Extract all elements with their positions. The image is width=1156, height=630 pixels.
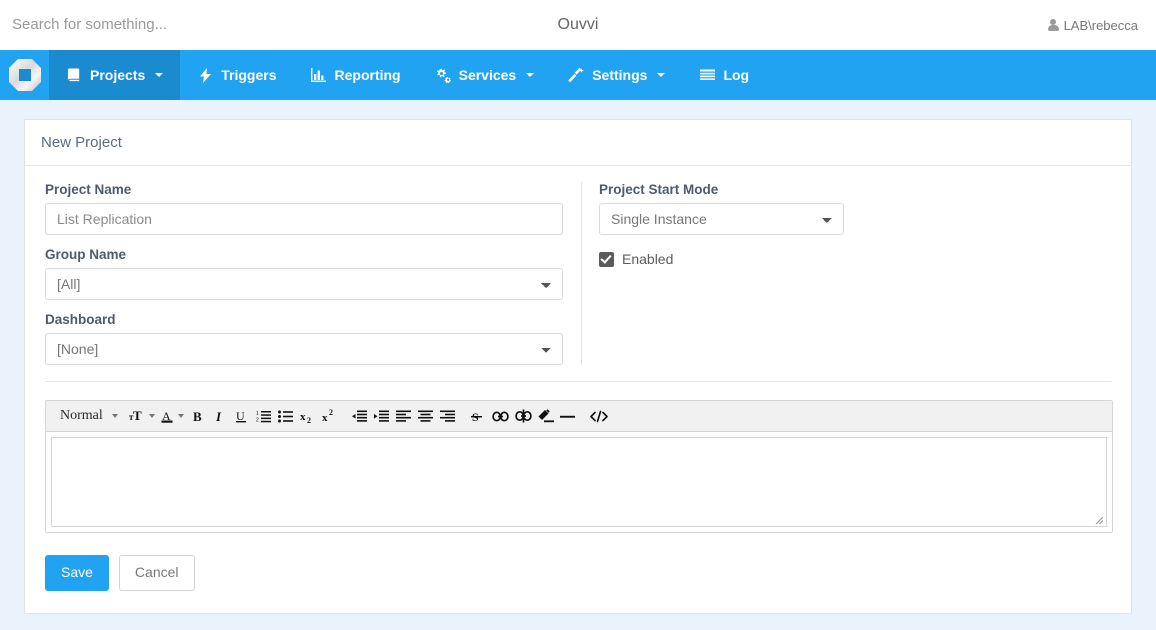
resize-handle-icon[interactable] [1092,512,1104,525]
svg-text:B: B [193,409,202,423]
editor-content-area[interactable] [46,432,1112,532]
ordered-list-icon[interactable]: 1 2 [253,403,275,429]
nav-item-reporting[interactable]: Reporting [294,50,418,100]
font-color-icon[interactable]: A [158,403,187,429]
unordered-list-icon[interactable] [275,403,297,429]
user-icon [1047,18,1059,32]
search-input[interactable] [0,1,420,49]
chevron-down-icon [148,414,155,418]
strikethrough-icon[interactable]: S [467,403,489,429]
unlink-icon[interactable] [512,403,535,429]
nav-label-settings: Settings [592,67,648,83]
chevron-down-icon [177,414,184,418]
format-block-label: Normal [60,408,103,423]
user-name-label: LAB\rebecca [1063,17,1138,33]
svg-text:1: 1 [256,411,259,417]
enabled-checkbox[interactable] [599,251,614,267]
page-title: New Project [25,120,1131,166]
nav-item-projects[interactable]: Projects [49,50,181,100]
field-project-start-mode: Project Start Mode Single Instance [599,182,1111,235]
chevron-down-icon [657,73,666,77]
chevron-down-icon [526,73,535,77]
card-body: Project Name Group Name [All] Dashboard … [25,166,1131,613]
svg-text:U: U [236,409,245,423]
form-actions: Save Cancel [45,555,1111,591]
nav-item-services[interactable]: Services [418,50,552,100]
top-bar: Ouvvi LAB\rebecca [0,0,1156,50]
form-column-left: Project Name Group Name [All] Dashboard … [45,182,582,365]
editor-toolbar: Normal т T A B I U 1 2 x 2 x 2 [46,401,1112,432]
nav-label-services: Services [458,67,517,83]
project-start-mode-select[interactable]: Single Instance [599,203,844,235]
project-name-label: Project Name [45,182,132,197]
align-left-icon[interactable] [393,403,415,429]
group-name-select[interactable]: [All] [45,268,563,300]
page-content: New Project Project Name Group Name [All… [0,100,1156,614]
enabled-label: Enabled [622,251,674,267]
ouvvi-logo-icon [8,58,42,92]
field-enabled[interactable]: Enabled [599,251,1111,267]
chevron-down-icon [155,73,164,77]
dashboard-label: Dashboard [45,312,116,327]
underline-icon[interactable]: U [231,403,253,429]
form-columns: Project Name Group Name [All] Dashboard … [45,182,1111,382]
dashboard-select[interactable]: [None] [45,333,563,365]
chevron-down-icon[interactable] [111,414,118,418]
format-block-dropdown[interactable]: Normal [52,403,109,429]
field-dashboard: Dashboard [None] [45,312,563,365]
save-button[interactable]: Save [45,555,109,591]
field-project-name: Project Name [45,182,563,235]
subscript-icon[interactable]: x 2 [297,403,319,429]
indent-icon[interactable] [371,403,393,429]
main-navigation: Projects Triggers Reporting Services Set… [0,50,1156,100]
link-icon[interactable] [489,403,512,429]
nav-item-triggers[interactable]: Triggers [180,50,293,100]
clear-format-icon[interactable] [535,403,557,429]
magic-wand-icon [568,67,585,83]
svg-text:I: I [215,409,222,423]
superscript-icon[interactable]: x 2 [319,403,341,429]
project-name-input[interactable] [45,203,563,235]
logo-cell[interactable] [0,50,49,100]
bolt-icon [197,67,213,83]
svg-text:x: x [322,412,328,424]
outdent-icon[interactable] [349,403,371,429]
description-editor: Normal т T A B I U 1 2 x 2 x 2 [45,400,1113,533]
nav-label-log: Log [723,67,750,83]
svg-text:2: 2 [329,409,333,417]
cancel-button[interactable]: Cancel [118,555,195,591]
editor-text-field[interactable] [51,437,1107,527]
svg-text:2: 2 [307,416,311,424]
book-icon [66,67,82,83]
nav-item-settings[interactable]: Settings [551,50,682,100]
horizontal-rule-icon[interactable] [557,403,579,429]
align-center-icon[interactable] [415,403,437,429]
bold-icon[interactable]: B [187,403,209,429]
nav-label-triggers: Triggers [221,67,277,83]
user-account[interactable]: LAB\rebecca [1047,17,1138,33]
code-view-icon[interactable] [587,403,611,429]
nav-label-reporting: Reporting [334,67,401,83]
nav-item-log[interactable]: Log [682,50,766,100]
new-project-card: New Project Project Name Group Name [All… [24,119,1132,614]
project-start-mode-label: Project Start Mode [599,182,719,197]
align-right-icon[interactable] [437,403,459,429]
nav-label-projects: Projects [90,67,146,83]
svg-text:2: 2 [256,417,259,423]
form-column-right: Project Start Mode Single Instance Enabl… [582,182,1111,365]
italic-icon[interactable]: I [209,403,231,429]
svg-text:x: x [300,411,306,423]
bar-chart-icon [311,67,327,83]
font-size-icon[interactable]: т T [126,403,158,429]
list-lines-icon [699,67,715,83]
cogs-icon [435,67,451,83]
group-name-label: Group Name [45,247,127,262]
field-group-name: Group Name [All] [45,247,563,300]
svg-text:T: T [133,409,142,423]
